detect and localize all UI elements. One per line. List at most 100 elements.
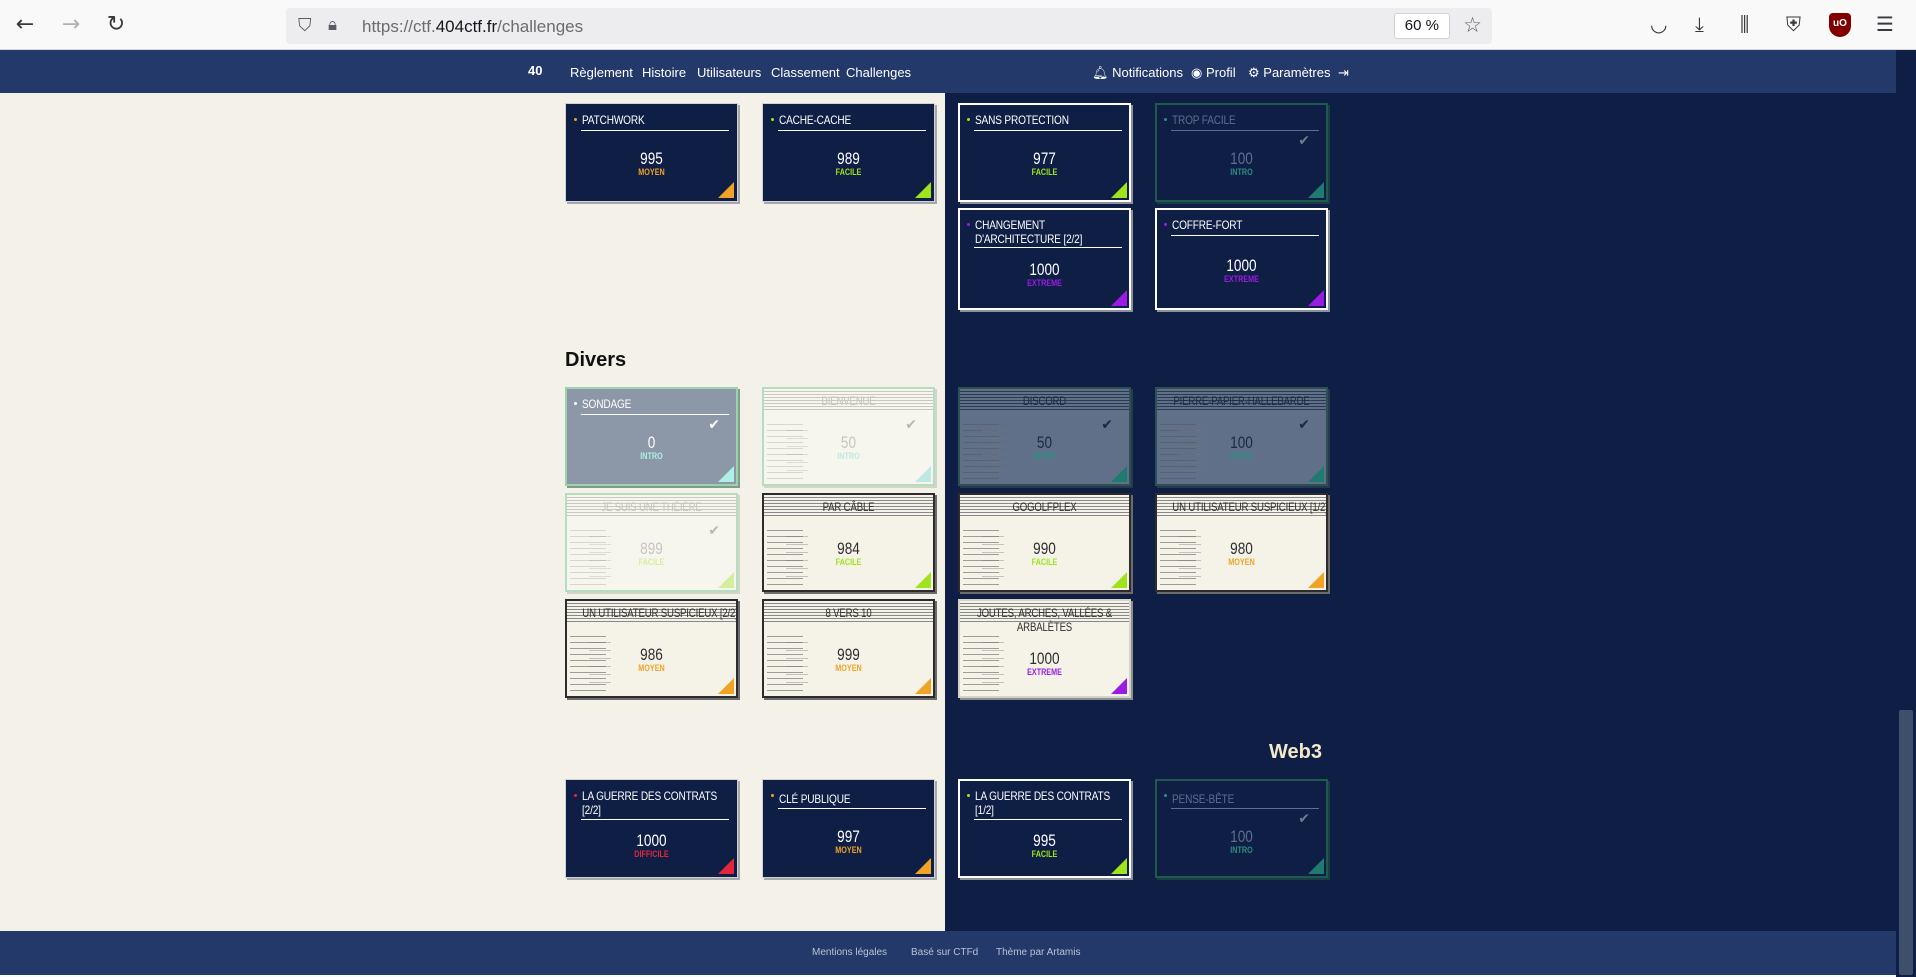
challenge-card-solved[interactable]: Pierre-papier-hallebarde ✔ 100 Intro bbox=[1155, 387, 1328, 486]
challenge-points: 1000 bbox=[1029, 649, 1060, 668]
challenge-points: 50 bbox=[840, 433, 857, 452]
challenge-points: 100 bbox=[1230, 827, 1253, 846]
challenge-card-solved[interactable]: Discord ✔ 50 Intro bbox=[958, 387, 1131, 486]
challenge-difficulty: Moyen bbox=[835, 663, 862, 673]
category-title-web3: Web3 bbox=[1269, 741, 1322, 763]
url-text[interactable]: https://ctf.404ctf.fr/challenges bbox=[362, 17, 583, 37]
lock-icon[interactable]: 🔒︎ bbox=[328, 15, 337, 35]
footer-ctfd-link[interactable]: Basé sur CTFd bbox=[911, 947, 978, 958]
hamburger-menu-icon[interactable]: ☰ bbox=[1876, 12, 1894, 36]
bookmark-star-icon[interactable]: ☆ bbox=[1463, 13, 1482, 37]
check-icon: ✔ bbox=[1298, 133, 1310, 149]
forward-arrow-icon[interactable]: → bbox=[58, 12, 84, 38]
challenge-name: Gogolfplex bbox=[1012, 500, 1077, 514]
challenge-card[interactable]: Par câble 984 Facile bbox=[762, 493, 935, 592]
nav-challenges[interactable]: Challenges bbox=[846, 65, 911, 80]
challenge-card[interactable]: Un utilisateur suspicieux [2/2] 986 Moye… bbox=[565, 599, 738, 698]
category-title-divers: Divers bbox=[565, 349, 627, 371]
challenge-points: 1000 bbox=[636, 831, 667, 850]
site-navbar: 40 Règlement Histoire Utilisateurs Class… bbox=[0, 50, 1896, 93]
logout-icon[interactable]: ⇥ bbox=[1338, 65, 1349, 81]
address-bar[interactable]: ⛉ 🔒︎ https://ctf.404ctf.fr/challenges 60… bbox=[286, 8, 1492, 44]
download-icon[interactable]: ⤓ bbox=[1695, 12, 1704, 36]
nav-notifications[interactable]: 🔔︎ Notifications bbox=[1092, 65, 1183, 81]
challenge-card-solved[interactable]: Pense-bête ✔ 100 Intro bbox=[1155, 779, 1328, 878]
challenge-points: 0 bbox=[647, 433, 656, 452]
challenge-name: Sans protection bbox=[975, 113, 1069, 127]
footer-legal-link[interactable]: Mentions légales bbox=[812, 947, 887, 958]
challenge-name: La guerre des contrats [2/2] bbox=[582, 789, 718, 817]
challenge-points: 977 bbox=[1033, 149, 1056, 168]
pocket-icon[interactable]: ◡ bbox=[1650, 12, 1667, 36]
challenge-difficulty: Intro bbox=[1230, 167, 1253, 177]
challenge-card-solved[interactable]: Bienvenue ✔ 50 Intro bbox=[762, 387, 935, 486]
nav-utilisateurs[interactable]: Utilisateurs bbox=[697, 65, 761, 80]
reload-icon[interactable]: ↻ bbox=[103, 12, 129, 38]
scrollbar-thumb[interactable] bbox=[1899, 710, 1913, 975]
challenge-difficulty: Intro bbox=[1230, 845, 1253, 855]
challenge-card[interactable]: Coffre-fort 1000 Extreme bbox=[1155, 208, 1328, 310]
nav-settings[interactable]: ⚙ Paramètres bbox=[1248, 65, 1330, 81]
challenge-difficulty: Intro bbox=[837, 451, 860, 461]
challenge-card[interactable]: Cache-cache 989 Facile bbox=[762, 103, 935, 202]
challenge-difficulty: Moyen bbox=[638, 663, 665, 673]
challenge-difficulty: Extreme bbox=[1027, 667, 1062, 677]
challenge-card[interactable]: Sans protection 977 Facile bbox=[958, 103, 1131, 202]
challenge-card[interactable]: Clé publique 997 Moyen bbox=[762, 779, 935, 878]
challenge-points: 986 bbox=[640, 645, 663, 664]
challenge-difficulty: Moyen bbox=[638, 167, 665, 177]
challenge-card[interactable]: Un utilisateur suspicieux [1/2] 980 Moye… bbox=[1155, 493, 1328, 592]
user-circle-icon: ◉ bbox=[1191, 65, 1203, 80]
nav-profile[interactable]: ◉ Profil bbox=[1191, 65, 1236, 81]
back-arrow-icon[interactable]: ← bbox=[12, 12, 38, 38]
challenge-card[interactable]: Gogolfplex 990 Facile bbox=[958, 493, 1131, 592]
challenges-board: Patchwork 995 Moyen Cache-cache 989 Faci… bbox=[0, 93, 1896, 931]
zoom-level-badge[interactable]: 60 % bbox=[1393, 13, 1450, 39]
bell-icon: 🔔︎ bbox=[1092, 65, 1109, 80]
challenge-difficulty: Facile bbox=[1031, 849, 1058, 859]
challenge-difficulty: Facile bbox=[1031, 557, 1058, 567]
challenge-name: Bienvenue bbox=[821, 394, 876, 408]
challenge-card[interactable]: La guerre des contrats [2/2] 1000 Diffic… bbox=[565, 779, 738, 878]
challenge-name: Sondage bbox=[582, 397, 632, 411]
challenge-points: 999 bbox=[837, 645, 860, 664]
challenge-card-solved[interactable]: Sondage ✔ 0 Intro bbox=[565, 387, 738, 486]
shield-icon[interactable]: ⛉ bbox=[298, 15, 312, 36]
challenge-name: Cache-cache bbox=[779, 113, 852, 127]
check-icon: ✔ bbox=[1298, 417, 1310, 433]
bitwarden-icon[interactable]: ⛨ bbox=[1786, 12, 1801, 36]
challenge-name: Patchwork bbox=[582, 113, 645, 127]
library-icon[interactable]: ⫼ bbox=[1740, 12, 1749, 36]
challenge-card-solved[interactable]: Je suis une théière ✔ 899 Facile bbox=[565, 493, 738, 592]
page-scrollbar[interactable] bbox=[1896, 50, 1916, 977]
challenge-card-solved[interactable]: Trop facile ✔ 100 Intro bbox=[1155, 103, 1328, 202]
site-logo[interactable]: 40 bbox=[528, 63, 552, 81]
check-icon: ✔ bbox=[1298, 811, 1310, 827]
challenge-card[interactable]: La guerre des contrats [1/2] 995 Facile bbox=[958, 779, 1131, 878]
nav-histoire[interactable]: Histoire bbox=[642, 65, 686, 80]
challenge-card[interactable]: 8 vers 10 999 Moyen bbox=[762, 599, 935, 698]
challenge-points: 980 bbox=[1230, 539, 1253, 558]
challenge-difficulty: Intro bbox=[1230, 451, 1253, 461]
challenge-points: 989 bbox=[837, 149, 860, 168]
nav-reglement[interactable]: Règlement bbox=[570, 65, 633, 80]
footer-theme-link[interactable]: Thème par Artamis bbox=[996, 947, 1080, 958]
challenge-points: 100 bbox=[1230, 433, 1253, 452]
challenge-points: 899 bbox=[640, 539, 663, 558]
challenge-points: 984 bbox=[837, 539, 860, 558]
challenge-card[interactable]: Changement d'architecture [2/2] 1000 Ext… bbox=[958, 208, 1131, 310]
challenge-name: Changement d'architecture [2/2] bbox=[975, 218, 1083, 246]
challenge-name: Clé publique bbox=[779, 792, 851, 806]
ublock-origin-icon[interactable]: uO bbox=[1829, 13, 1851, 37]
nav-classement[interactable]: Classement bbox=[771, 65, 840, 80]
challenge-name: Un utilisateur suspicieux [1/2] bbox=[1172, 500, 1328, 514]
challenge-name: Joutes, arches, vallées & arbalètes bbox=[976, 606, 1113, 634]
challenge-card[interactable]: Joutes, arches, vallées & arbalètes 1000… bbox=[958, 599, 1131, 698]
challenge-difficulty: Intro bbox=[1033, 451, 1056, 461]
challenge-points: 990 bbox=[1033, 539, 1056, 558]
challenge-difficulty: Extreme bbox=[1224, 274, 1259, 284]
challenge-difficulty: Difficile bbox=[634, 849, 669, 859]
challenge-name: Discord bbox=[1022, 394, 1067, 408]
challenge-difficulty: Intro bbox=[640, 451, 663, 461]
challenge-card[interactable]: Patchwork 995 Moyen bbox=[565, 103, 738, 202]
